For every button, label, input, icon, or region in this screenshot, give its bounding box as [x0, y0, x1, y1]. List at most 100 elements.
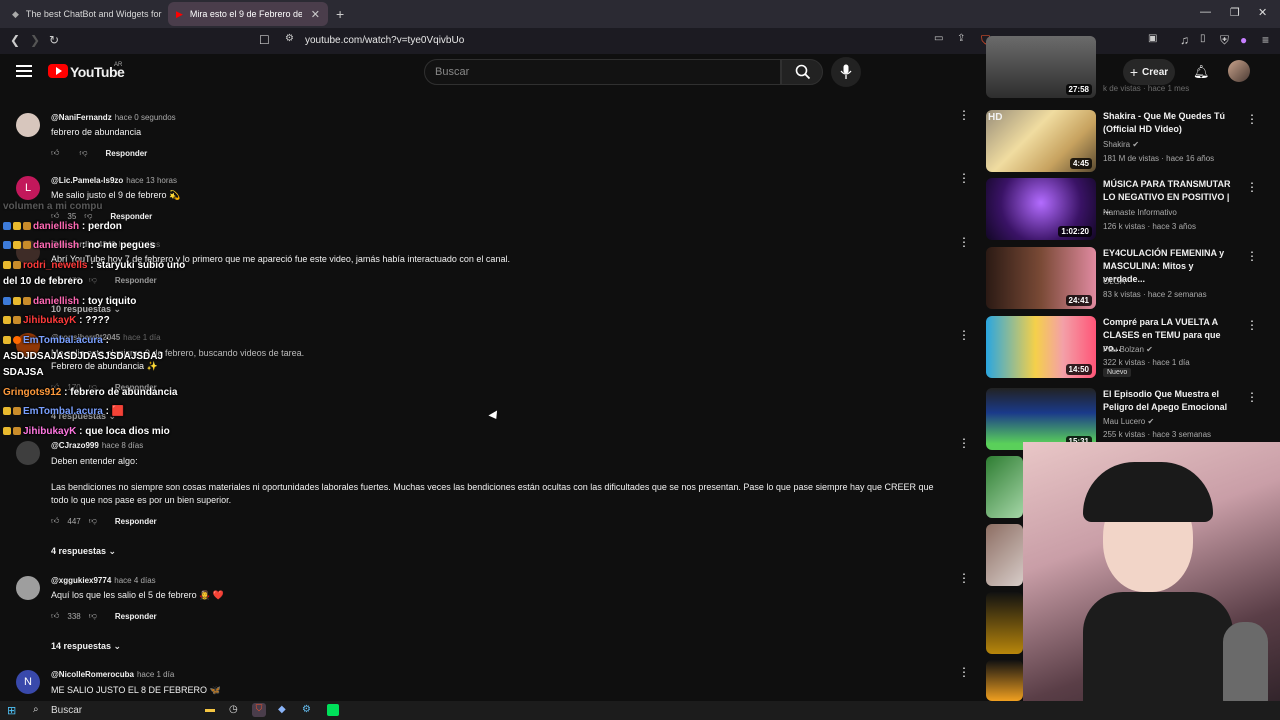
- reply-button[interactable]: Responder: [115, 276, 157, 285]
- like-count: 35: [67, 211, 77, 221]
- more-options-icon[interactable]: ⋮: [1246, 112, 1258, 126]
- channel-name[interactable]: Pau Bolzan ✔: [1103, 345, 1153, 354]
- clock-app-icon[interactable]: ◷: [229, 704, 238, 715]
- file-explorer-icon[interactable]: ▬: [205, 704, 215, 715]
- taskbar-search[interactable]: ⌕ Buscar: [24, 701, 196, 720]
- avatar[interactable]: L: [16, 176, 40, 200]
- url-bar[interactable]: youtube.com/watch?v=tye0VqivbUo: [305, 35, 464, 46]
- more-options-icon[interactable]: ⋮: [958, 236, 970, 252]
- reply-button[interactable]: Responder: [115, 517, 157, 526]
- search-input[interactable]: Buscar: [424, 59, 781, 85]
- more-options-icon[interactable]: ⋮: [1246, 249, 1258, 263]
- video-thumbnail[interactable]: [986, 592, 1023, 654]
- more-options-icon[interactable]: ⋮: [1246, 318, 1258, 332]
- brave-browser-icon[interactable]: ⛉: [252, 703, 266, 717]
- comment-text: Me salio justo el 9 de febrero 💫: [51, 190, 181, 200]
- new-tab-icon[interactable]: +: [336, 6, 344, 22]
- video-duration: 14:50: [1065, 364, 1092, 375]
- dislike-icon[interactable]: 👎︎: [89, 275, 97, 285]
- windows-start-icon[interactable]: ⊞: [7, 704, 16, 717]
- like-icon[interactable]: 👍︎: [51, 611, 59, 621]
- more-options-icon[interactable]: ⋮: [1246, 390, 1258, 404]
- more-options-icon[interactable]: ⋮: [958, 437, 970, 453]
- channel-name[interactable]: OLGA: [1103, 277, 1125, 286]
- hamburger-menu-icon[interactable]: [16, 65, 32, 77]
- youtube-logo-icon[interactable]: [48, 64, 68, 78]
- comment-author[interactable]: @Lic.Pamela-ls9zo hace 13 horas: [51, 176, 177, 185]
- bookmark-icon[interactable]: ☐: [259, 33, 270, 47]
- close-tab-icon[interactable]: ✕: [311, 8, 320, 21]
- tab-chatbot[interactable]: ◆ The best ChatBot and Widgets for Ki: [4, 2, 162, 26]
- channel-name[interactable]: Mau Lucero ✔: [1103, 417, 1154, 426]
- video-card[interactable]: 1:02:20 MÚSICA PARA TRANSMUTAR LO NEGATI…: [986, 178, 1266, 240]
- more-options-icon[interactable]: ⋮: [958, 666, 970, 682]
- video-thumbnail[interactable]: 24:41: [986, 247, 1096, 309]
- video-card[interactable]: 27:58 k de vistas · hace 1 mes: [986, 36, 1266, 98]
- video-thumbnail[interactable]: [986, 524, 1023, 586]
- site-settings-icon[interactable]: ⚙: [285, 33, 294, 44]
- more-options-icon[interactable]: ⋮: [958, 109, 970, 125]
- app-icon[interactable]: ◆: [278, 704, 286, 715]
- video-title[interactable]: Shakira - Que Me Quedes Tú (Official HD …: [1103, 110, 1238, 136]
- microphone-icon: [840, 64, 852, 79]
- restore-icon[interactable]: ❐: [1230, 6, 1240, 19]
- video-thumbnail[interactable]: [986, 660, 1023, 701]
- comment-author[interactable]: @NaniFernandz hace 0 segundos: [51, 113, 176, 122]
- video-thumbnail[interactable]: [986, 456, 1023, 518]
- like-icon[interactable]: 👍︎: [51, 148, 59, 158]
- video-thumbnail[interactable]: 27:58: [986, 36, 1096, 98]
- channel-name[interactable]: Namaste Informativo: [1103, 208, 1177, 217]
- comment-author[interactable]: @NicolleRomerocuba hace 1 día: [51, 670, 174, 679]
- video-card[interactable]: 14:50 Compré para LA VUELTA A CLASES en …: [986, 316, 1266, 378]
- avatar[interactable]: [16, 113, 40, 137]
- green-app-icon[interactable]: [327, 704, 339, 716]
- close-window-icon[interactable]: ✕: [1258, 6, 1267, 19]
- replies-toggle[interactable]: 14 respuestas ⌄: [51, 641, 121, 652]
- steam-icon[interactable]: ⚙: [302, 704, 311, 715]
- reload-icon[interactable]: ↻: [49, 33, 59, 47]
- more-options-icon[interactable]: ⋮: [958, 329, 970, 345]
- badge-icon: [13, 222, 21, 230]
- search-button[interactable]: [781, 59, 823, 85]
- video-card[interactable]: 15:31 El Episodio Que Muestra el Peligro…: [986, 388, 1266, 450]
- video-thumbnail[interactable]: HD 4:45: [986, 110, 1096, 172]
- dislike-icon[interactable]: 👎︎: [89, 611, 97, 621]
- back-icon[interactable]: ❮: [10, 33, 20, 47]
- dislike-icon[interactable]: 👎︎: [89, 516, 97, 526]
- reply-button[interactable]: Responder: [115, 612, 157, 621]
- reply-button[interactable]: Responder: [106, 149, 148, 158]
- minimize-icon[interactable]: —: [1200, 6, 1211, 18]
- avatar[interactable]: [16, 576, 40, 600]
- video-title[interactable]: El Episodio Que Muestra el Peligro del A…: [1103, 388, 1238, 414]
- forward-icon[interactable]: ❯: [30, 33, 40, 47]
- video-card[interactable]: HD 4:45 Shakira - Que Me Quedes Tú (Offic…: [986, 110, 1266, 172]
- video-thumbnail[interactable]: 1:02:20: [986, 178, 1096, 240]
- avatar[interactable]: [16, 441, 40, 465]
- tab-youtube-video[interactable]: ▶ Mira esto el 9 de Febrero de 202 ✕: [168, 2, 328, 26]
- dislike-icon[interactable]: 👎︎: [79, 148, 87, 158]
- video-thumbnail[interactable]: 15:31: [986, 388, 1096, 450]
- like-icon[interactable]: 👍︎: [51, 516, 59, 526]
- badge-icon: [3, 297, 11, 305]
- comment-actions: 👍︎ 35 👎︎ Responder: [51, 211, 152, 221]
- comment-author[interactable]: @CJrazo999 hace 8 días: [51, 441, 143, 450]
- dislike-icon[interactable]: 👎︎: [84, 211, 92, 221]
- comment-text: ME SALIO JUSTO EL 8 DE FEBRERO 🦋: [51, 685, 221, 695]
- voice-search-button[interactable]: [831, 57, 861, 87]
- screenshot-icon[interactable]: ▭: [934, 33, 943, 44]
- like-icon[interactable]: 👍︎: [51, 211, 59, 221]
- share-icon[interactable]: ⇪: [957, 33, 965, 44]
- replies-toggle[interactable]: 4 respuestas ⌄: [51, 546, 116, 557]
- like-count: 447: [67, 516, 81, 526]
- video-card[interactable]: 24:41 EY4CULACIÓN FEMENINA y MASCULINA: …: [986, 247, 1266, 309]
- reply-button[interactable]: Responder: [110, 212, 152, 221]
- chat-message: daniellish : no me pegues: [3, 240, 155, 251]
- comment-actions: 👍︎ 338 👎︎ Responder: [51, 611, 157, 621]
- more-options-icon[interactable]: ⋮: [958, 572, 970, 588]
- video-thumbnail[interactable]: 14:50: [986, 316, 1096, 378]
- more-options-icon[interactable]: ⋮: [958, 172, 970, 188]
- avatar[interactable]: N: [16, 670, 40, 694]
- channel-name[interactable]: Shakira ✔: [1103, 140, 1139, 149]
- more-options-icon[interactable]: ⋮: [1246, 180, 1258, 194]
- comment-author[interactable]: @xggukiex9774 hace 4 días: [51, 576, 156, 585]
